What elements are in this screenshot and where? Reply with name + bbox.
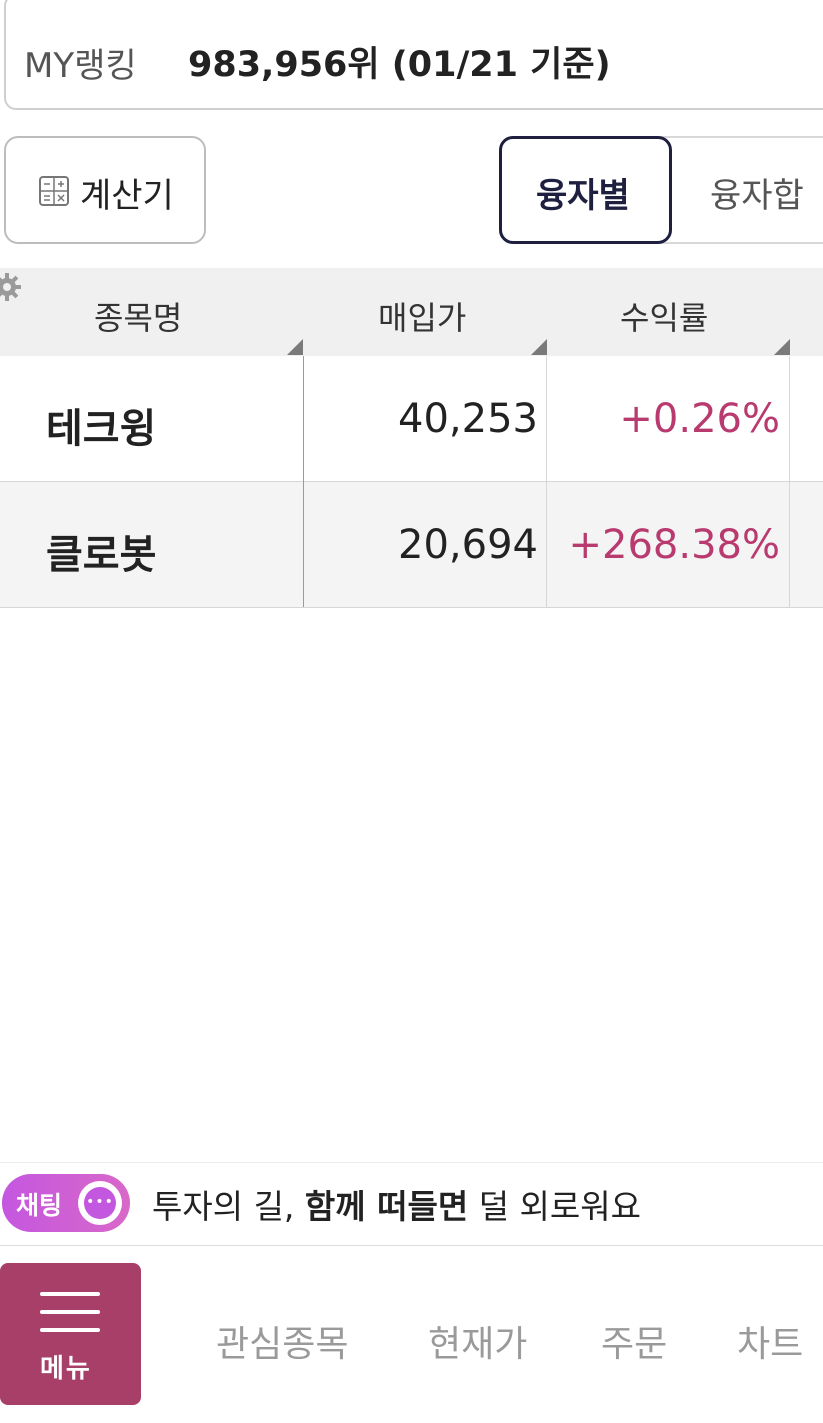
calculator-icon — [39, 176, 69, 206]
stock-name-cell: 테크윙 — [46, 406, 157, 452]
hamburger-icon — [40, 1310, 100, 1314]
ranking-value: 983,956위 (01/21 기준) — [188, 45, 611, 85]
nav-order[interactable]: 주문 — [601, 1315, 667, 1367]
calculator-label: 계산기 — [80, 176, 174, 216]
gear-icon[interactable] — [0, 272, 22, 302]
chat-message-part1: 투자의 길, — [152, 1187, 305, 1226]
nav-chart[interactable]: 차트 — [737, 1315, 803, 1367]
sort-indicator-icon — [287, 339, 303, 355]
chat-message-bold: 함께 떠들면 — [304, 1187, 469, 1226]
column-header-purchase-price[interactable]: 매입가 — [378, 293, 466, 339]
chat-message-part2: 덜 외로워요 — [468, 1187, 641, 1226]
column-header-name[interactable]: 종목명 — [94, 293, 182, 339]
stock-name-cell: 클로봇 — [46, 532, 157, 578]
sort-indicator-icon — [531, 339, 547, 355]
chat-message: 투자의 길, 함께 떠들면 덜 외로워요 — [152, 1180, 641, 1228]
hamburger-icon — [40, 1292, 100, 1296]
column-divider — [546, 356, 547, 607]
segment-by-loan-label: 융자별 — [536, 176, 630, 216]
nav-watchlist[interactable]: 관심종목 — [216, 1315, 348, 1367]
segment-loan-sum[interactable]: 융자합 — [710, 168, 804, 217]
chat-pill-label: 채팅 — [16, 1191, 63, 1220]
purchase-price-cell: 40,253 — [398, 396, 538, 442]
ranking-label: MY랭킹 — [24, 46, 137, 86]
hamburger-icon — [40, 1328, 100, 1332]
purchase-price-cell: 20,694 — [398, 522, 538, 568]
column-divider — [789, 356, 790, 607]
menu-label: 메뉴 — [40, 1354, 92, 1384]
column-header-return-rate[interactable]: 수익률 — [620, 293, 708, 339]
sort-indicator-icon — [774, 339, 790, 355]
nav-current-price[interactable]: 현재가 — [428, 1315, 527, 1367]
return-rate-cell: +0.26% — [619, 396, 780, 442]
chat-dots-icon: ••• — [84, 1187, 116, 1219]
return-rate-cell: +268.38% — [568, 522, 780, 568]
column-divider — [303, 356, 304, 607]
